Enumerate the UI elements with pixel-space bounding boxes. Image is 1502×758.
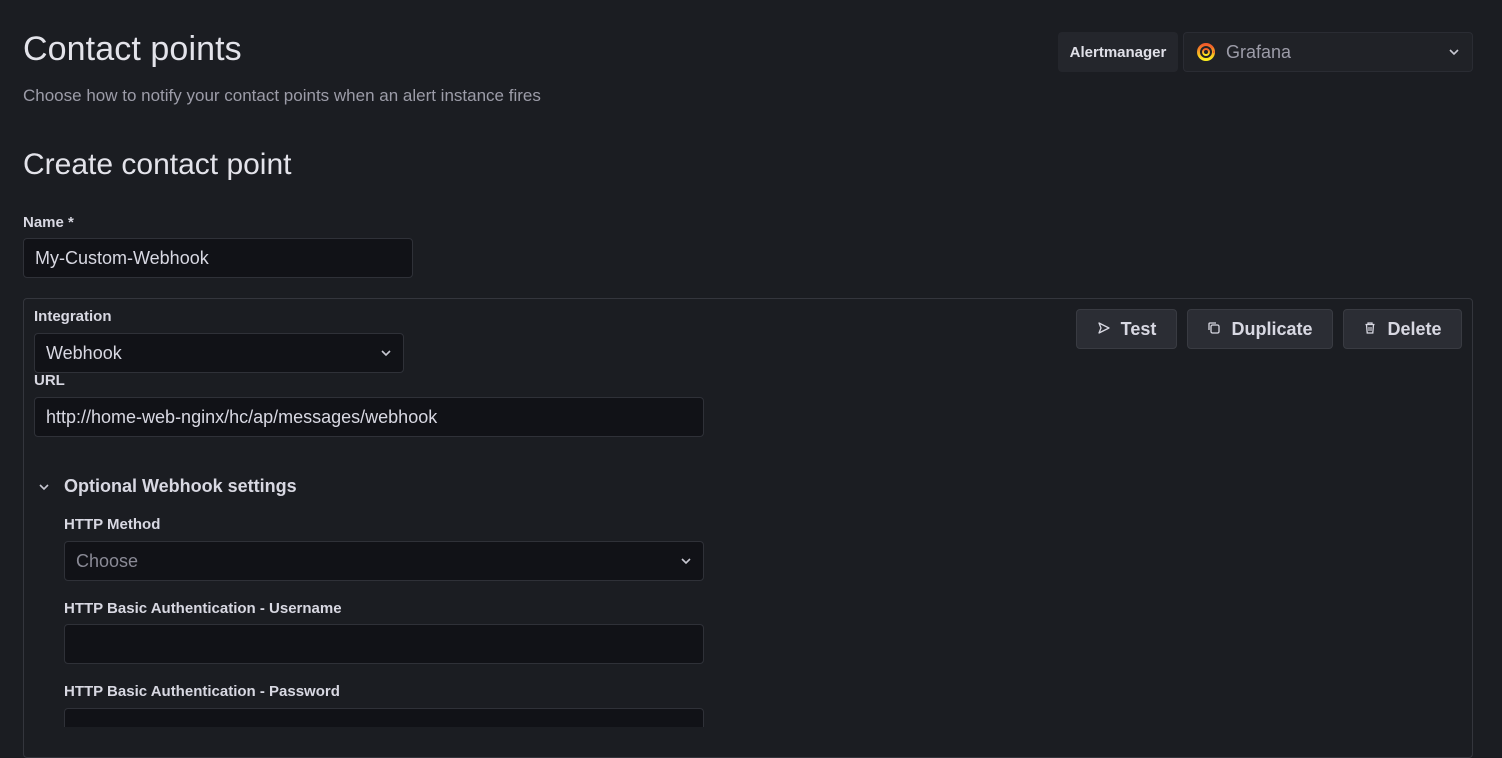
alertmanager-value: Grafana [1226,41,1292,62]
url-input[interactable]: http://home-web-nginx/hc/ap/messages/web… [34,397,704,437]
test-button[interactable]: Test [1076,309,1177,349]
password-label: HTTP Basic Authentication - Password [64,683,340,700]
http-method-placeholder: Choose [76,550,139,571]
password-input[interactable] [64,708,704,727]
page-title: Contact points [23,30,242,68]
grafana-logo-icon [1196,42,1216,62]
page-subtitle: Choose how to notify your contact points… [23,86,541,105]
duplicate-button-label: Duplicate [1231,318,1313,339]
optional-settings-toggle[interactable]: Optional Webhook settings [38,476,297,497]
chevron-down-icon [38,480,50,494]
http-method-label: HTTP Method [64,516,161,533]
optional-settings-title: Optional Webhook settings [64,476,297,496]
send-icon [1097,321,1111,338]
name-label: Name * [23,214,74,231]
url-input-value: http://home-web-nginx/hc/ap/messages/web… [46,406,438,427]
integration-select[interactable]: Webhook [34,333,404,373]
integration-label: Integration [34,308,112,325]
chevron-down-icon [380,346,392,360]
form-title: Create contact point [23,148,292,181]
alertmanager-select[interactable]: Grafana [1183,32,1473,72]
username-input[interactable] [64,624,704,664]
name-input-value: My-Custom-Webhook [35,247,209,268]
test-button-label: Test [1120,318,1157,339]
trash-icon [1363,321,1377,338]
integration-value: Webhook [46,342,122,363]
chevron-down-icon [680,554,692,568]
copy-icon [1207,321,1221,338]
name-input[interactable]: My-Custom-Webhook [23,238,413,278]
chevron-down-icon [1448,45,1460,59]
alertmanager-label: Alertmanager [1058,32,1178,72]
delete-button-label: Delete [1387,318,1442,339]
delete-button[interactable]: Delete [1343,309,1462,349]
url-label: URL [34,372,65,389]
http-method-select[interactable]: Choose [64,541,704,581]
username-label: HTTP Basic Authentication - Username [64,600,342,617]
duplicate-button[interactable]: Duplicate [1187,309,1333,349]
